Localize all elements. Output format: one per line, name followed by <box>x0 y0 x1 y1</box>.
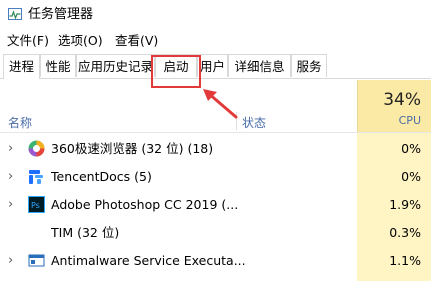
tab-performance[interactable]: 性能 <box>40 54 76 77</box>
process-row[interactable]: › TencentDocs (5) 0% <box>0 163 431 191</box>
process-name: TIM (32 位) <box>51 225 120 240</box>
expand-chevron-icon[interactable]: › <box>8 170 13 184</box>
process-row[interactable]: › 360极速浏览器 (32 位) (18) 0% <box>0 135 431 163</box>
process-name: Adobe Photoshop CC 2019 (... <box>51 197 239 212</box>
process-name: 360极速浏览器 (32 位) (18) <box>51 141 214 156</box>
process-cpu: 1.9% <box>389 197 421 212</box>
header-divider <box>0 132 431 133</box>
process-cpu: 1.1% <box>389 253 421 268</box>
menu-file[interactable]: 文件(F) <box>7 33 49 49</box>
cpu-total-percent: 34% <box>383 90 421 110</box>
process-cpu: 0.3% <box>389 225 421 240</box>
photoshop-icon: Ps <box>28 196 45 213</box>
process-name: Antimalware Service Executa... <box>51 253 246 268</box>
tab-services[interactable]: 服务 <box>291 54 327 77</box>
process-row[interactable]: TIM (32 位) 0.3% <box>0 219 431 247</box>
startup-tab-highlight <box>151 55 201 88</box>
expand-chevron-icon[interactable]: › <box>8 142 13 156</box>
menu-options[interactable]: 选项(O) <box>58 33 103 49</box>
360-browser-icon <box>28 140 45 157</box>
cpu-column-label: CPU <box>398 114 421 127</box>
process-cpu: 0% <box>401 169 421 184</box>
tab-details[interactable]: 详细信息 <box>228 54 291 77</box>
tab-processes[interactable]: 进程 <box>3 54 40 79</box>
menu-view[interactable]: 查看(V) <box>115 33 158 49</box>
process-row[interactable]: › Antimalware Service Executa... 1.1% <box>0 247 431 275</box>
name-column-header[interactable]: 名称 <box>8 114 32 131</box>
task-manager-icon <box>8 8 22 20</box>
process-name: TencentDocs (5) <box>51 169 152 184</box>
menu-bar: 文件(F) 选项(O) 查看(V) <box>0 30 431 52</box>
tencent-docs-icon <box>29 170 43 184</box>
process-row[interactable]: › Ps Adobe Photoshop CC 2019 (... 1.9% <box>0 191 431 219</box>
svg-text:Ps: Ps <box>31 201 40 210</box>
tab-users[interactable]: 用户 <box>197 54 228 77</box>
title-bar: 任务管理器 <box>0 0 431 30</box>
window-title: 任务管理器 <box>28 7 94 22</box>
pointer-arrow-icon <box>203 89 238 119</box>
status-column-header[interactable]: 状态 <box>242 114 266 131</box>
tab-bar: 进程 性能 应用历史记录 启动 用户 详细信息 服务 <box>0 54 431 79</box>
expand-chevron-icon[interactable]: › <box>8 254 13 268</box>
antimalware-service-icon <box>28 254 45 267</box>
expand-chevron-icon[interactable]: › <box>8 198 13 212</box>
process-cpu: 0% <box>401 141 421 156</box>
tab-app-history[interactable]: 应用历史记录 <box>76 54 155 77</box>
